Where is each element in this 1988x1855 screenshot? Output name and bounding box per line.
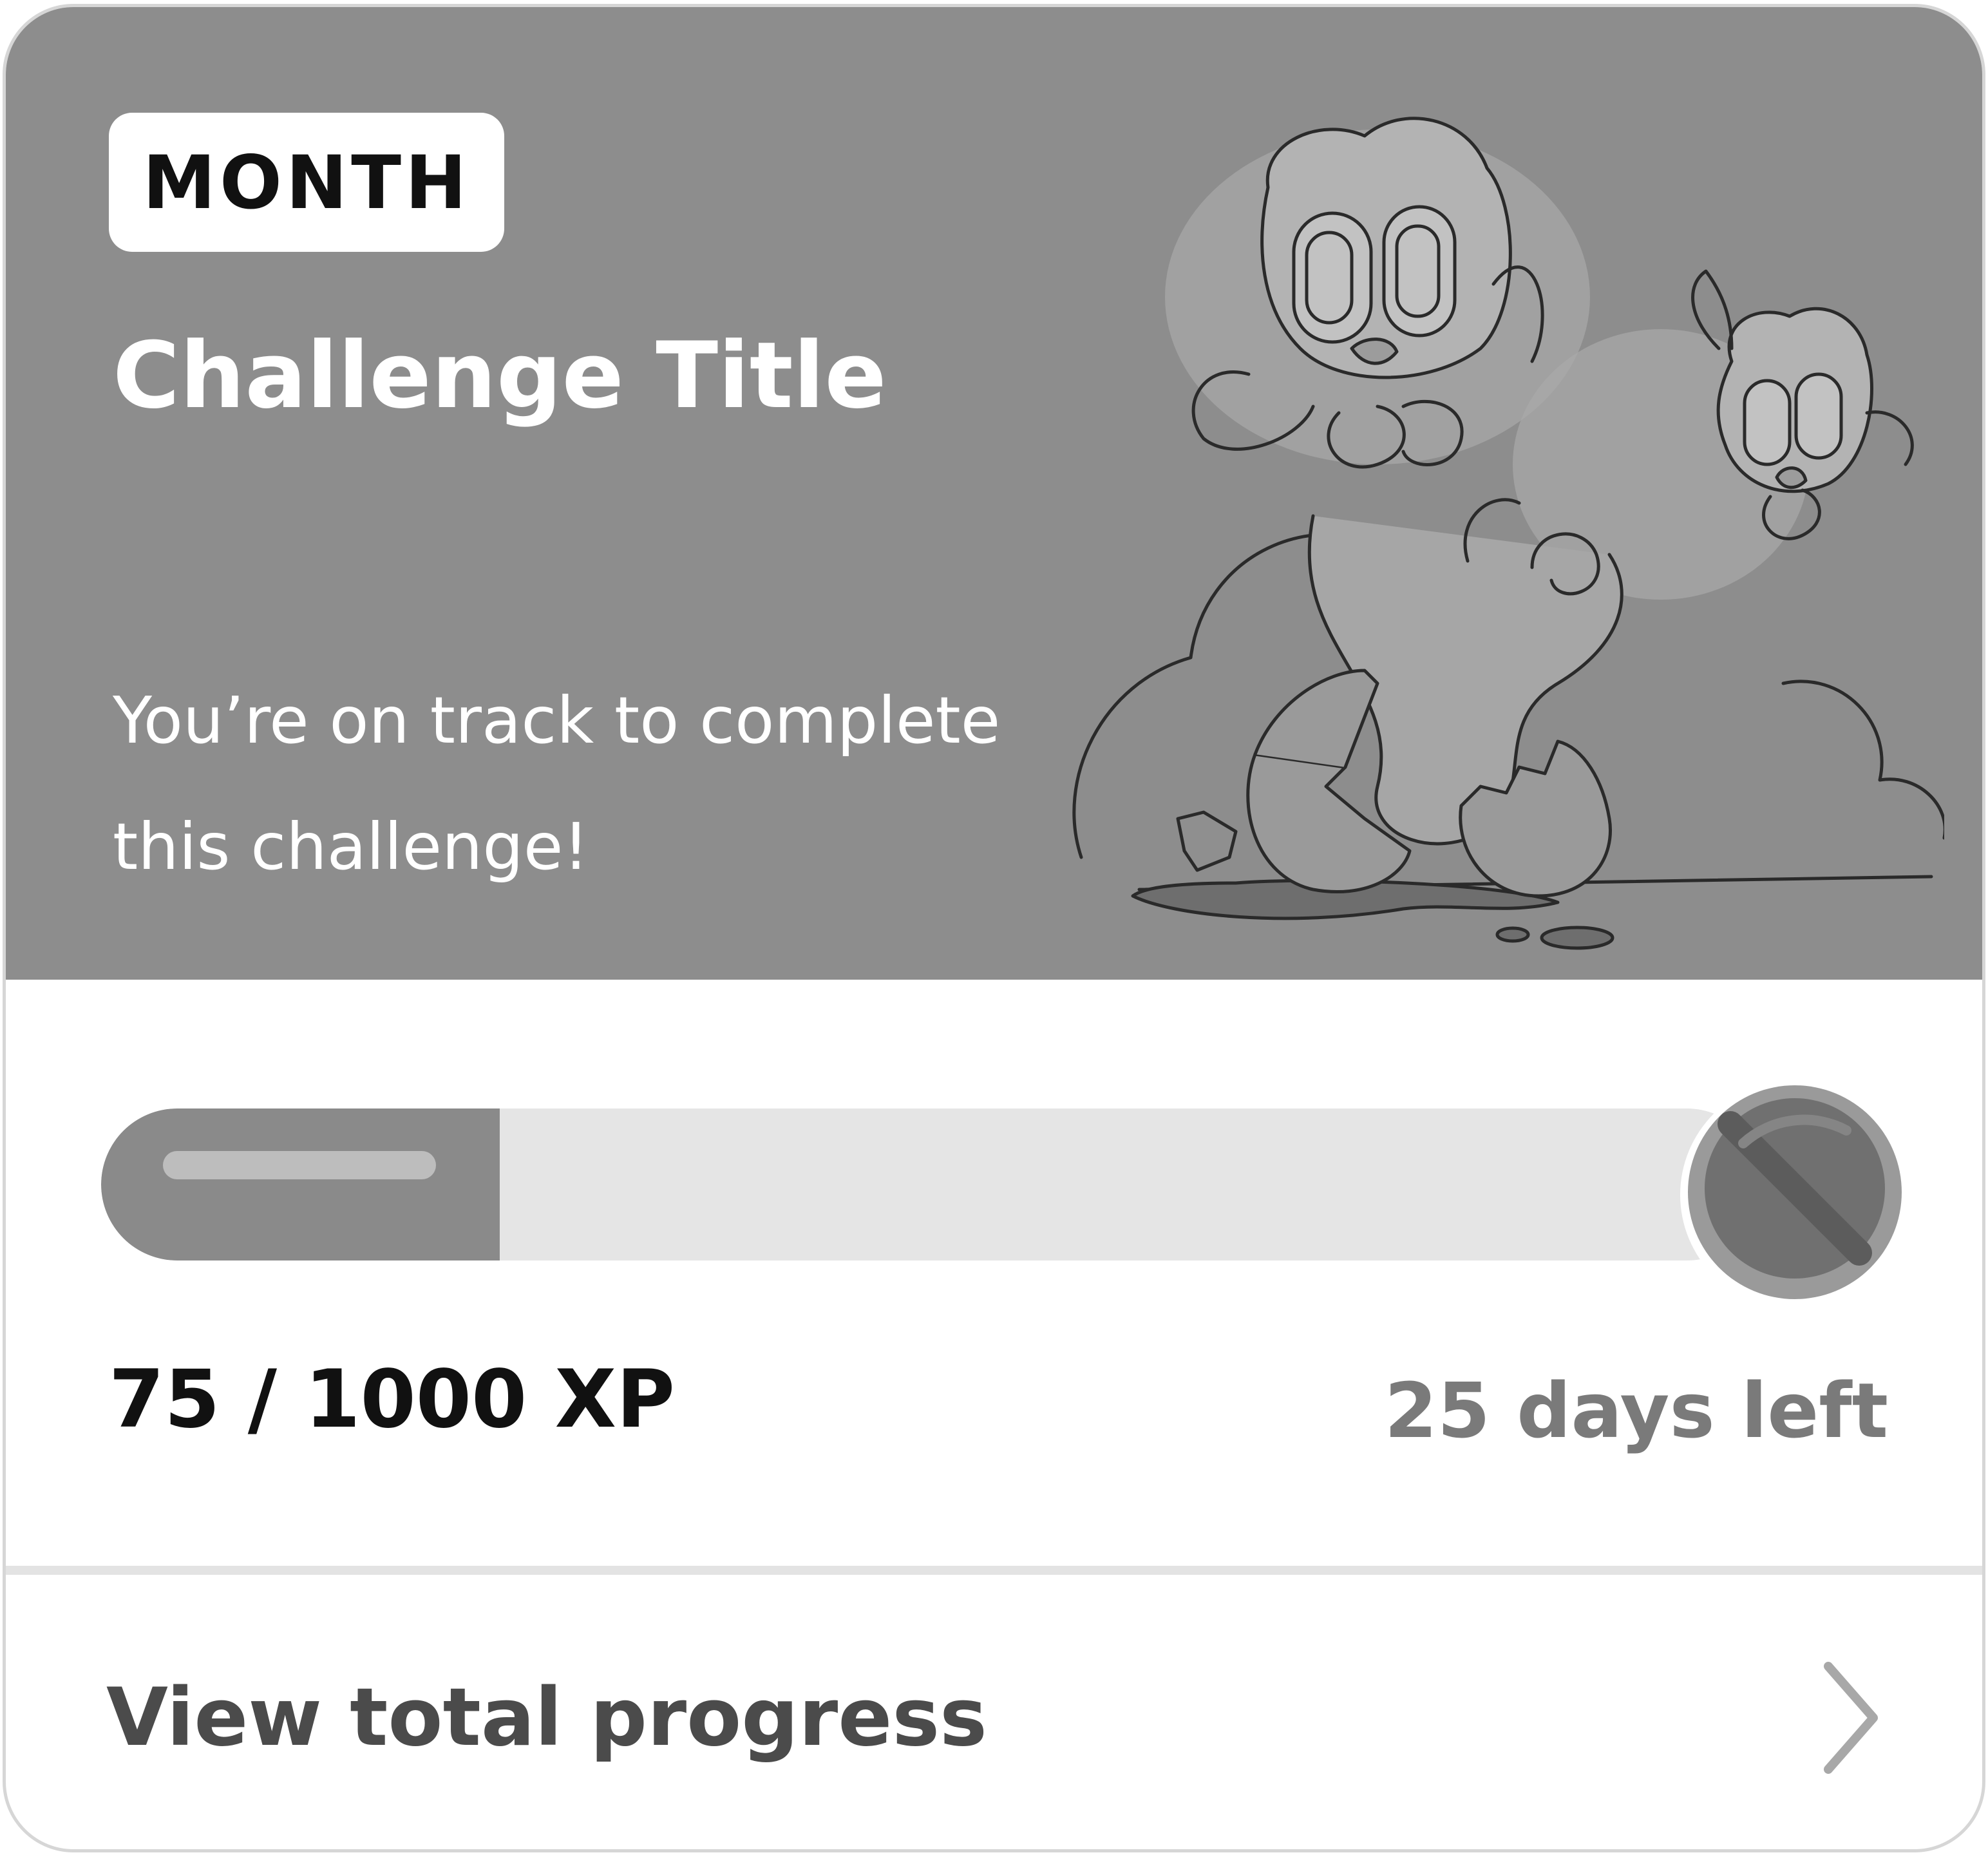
view-total-progress-label: View total progress bbox=[106, 1671, 987, 1764]
month-badge: MONTH bbox=[109, 113, 504, 252]
chevron-right-icon bbox=[1824, 1662, 1878, 1774]
progress-bar-highlight bbox=[163, 1151, 436, 1179]
challenge-title: Challenge Title bbox=[113, 323, 887, 429]
treasure-chest-icon bbox=[1680, 1080, 1909, 1309]
challenge-progress-bar bbox=[101, 1108, 1763, 1260]
view-total-progress-button[interactable]: View total progress bbox=[6, 1575, 1982, 1849]
progress-bar-fill bbox=[101, 1108, 500, 1260]
monthly-challenge-card: MONTH Challenge Title You’re on track to… bbox=[3, 4, 1985, 1852]
challenge-status-message: You’re on track to complete this challen… bbox=[113, 683, 1001, 884]
xp-progress-text: 75 / 1000 XP bbox=[109, 1353, 675, 1446]
challenge-header: MONTH Challenge Title You’re on track to… bbox=[6, 7, 1982, 980]
hatching-mascots-illustration bbox=[1072, 117, 1944, 950]
section-divider bbox=[6, 1566, 1982, 1575]
days-left-text: 25 days left bbox=[1384, 1366, 1888, 1455]
